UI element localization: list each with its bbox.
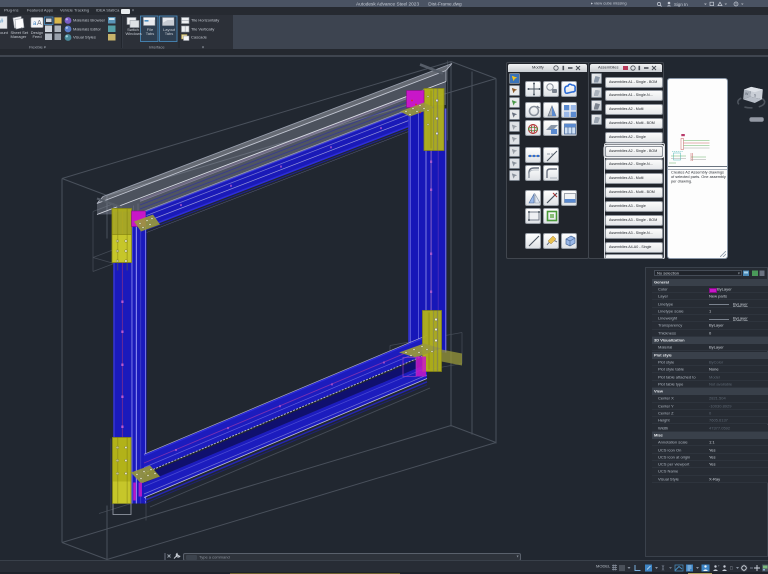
svg-text:Sign In: Sign In <box>674 1 688 6</box>
svg-text:□: □ <box>730 565 733 570</box>
svg-text:°: ° <box>718 565 720 569</box>
svg-text:?: ? <box>735 2 737 6</box>
